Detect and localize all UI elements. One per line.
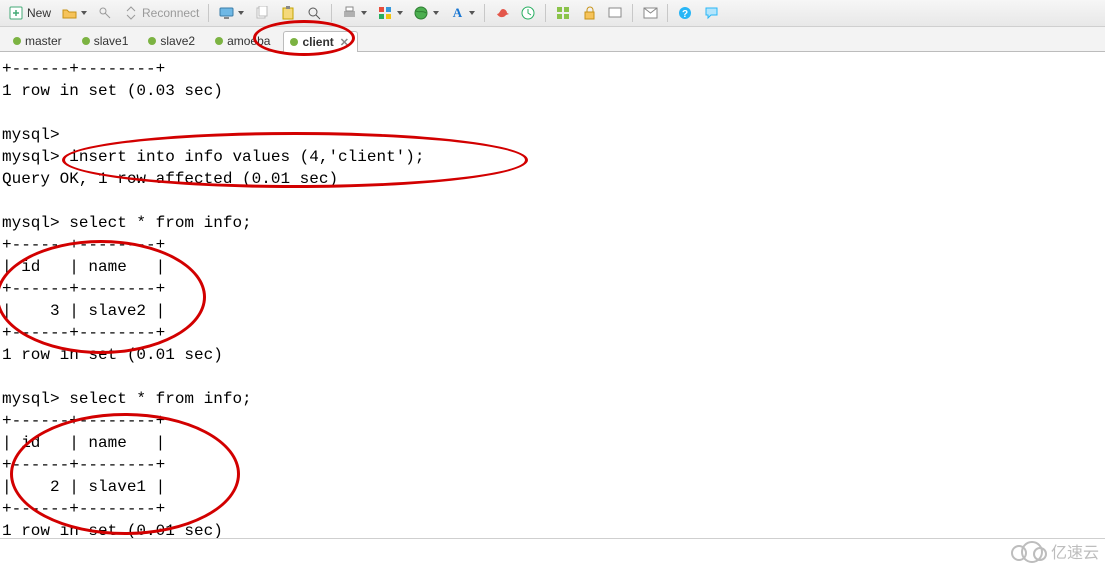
chevron-down-icon [361, 11, 367, 15]
status-dot-icon [148, 37, 156, 45]
tab-label: slave1 [94, 34, 129, 48]
paste-icon [280, 5, 296, 21]
chevron-down-icon [469, 11, 475, 15]
key-button[interactable] [93, 3, 117, 23]
separator [331, 4, 332, 22]
tab-amoeba[interactable]: amoeba [208, 30, 279, 51]
print-icon [341, 5, 357, 21]
grid-button[interactable] [551, 3, 575, 23]
lock-button[interactable] [577, 3, 601, 23]
chevron-down-icon [433, 11, 439, 15]
watermark-logo-icon [1011, 541, 1045, 561]
separator [632, 4, 633, 22]
toolbar: New Reconnect A ? [0, 0, 1105, 27]
help-button[interactable]: ? [673, 3, 697, 23]
tab-master[interactable]: master [6, 30, 71, 51]
screen-icon [607, 5, 623, 21]
tab-label: client [302, 35, 333, 49]
bottom-divider [0, 538, 1105, 539]
chevron-down-icon [397, 11, 403, 15]
separator [667, 4, 668, 22]
help-icon: ? [677, 5, 693, 21]
open-button[interactable] [57, 3, 91, 23]
new-doc-icon [8, 5, 24, 21]
separator [484, 4, 485, 22]
font-button[interactable]: A [445, 3, 479, 23]
watermark: 亿速云 [1011, 539, 1099, 563]
chat-icon [703, 5, 719, 21]
copy-icon [254, 5, 270, 21]
monitor-icon [218, 5, 234, 21]
status-dot-icon [82, 37, 90, 45]
grid-icon [555, 5, 571, 21]
globe-icon [413, 5, 429, 21]
search-icon [306, 5, 322, 21]
status-dot-icon [215, 37, 223, 45]
new-button[interactable]: New [4, 3, 55, 23]
reconnect-button[interactable]: Reconnect [119, 3, 203, 23]
tab-slave1[interactable]: slave1 [75, 30, 138, 51]
tab-label: master [25, 34, 62, 48]
tab-label: amoeba [227, 34, 270, 48]
mail-icon [642, 5, 658, 21]
bubble-button[interactable] [699, 3, 723, 23]
svg-text:?: ? [682, 9, 688, 20]
print-button[interactable] [337, 3, 371, 23]
bird-icon [494, 5, 510, 21]
chevron-down-icon [81, 11, 87, 15]
paste-button[interactable] [276, 3, 300, 23]
tab-label: slave2 [160, 34, 195, 48]
tab-client[interactable]: client ✕ [283, 31, 358, 52]
lock-icon [581, 5, 597, 21]
key-icon [97, 5, 113, 21]
separator [208, 4, 209, 22]
palette-button[interactable] [373, 3, 407, 23]
reconnect-icon [123, 5, 139, 21]
folder-open-icon [61, 5, 77, 21]
mail-button[interactable] [638, 3, 662, 23]
clock-icon [520, 5, 536, 21]
separator [545, 4, 546, 22]
close-icon[interactable]: ✕ [340, 36, 349, 49]
terminal-output[interactable]: +------+--------+ 1 row in set (0.03 sec… [0, 52, 1105, 548]
tab-bar: master slave1 slave2 amoeba client ✕ [0, 27, 1105, 52]
globe-button[interactable] [409, 3, 443, 23]
new-label: New [27, 6, 51, 20]
font-icon: A [449, 5, 465, 21]
copy-button[interactable] [250, 3, 274, 23]
clock-button[interactable] [516, 3, 540, 23]
status-dot-icon [13, 37, 21, 45]
reconnect-label: Reconnect [142, 6, 199, 20]
session-button[interactable] [214, 3, 248, 23]
palette-icon [377, 5, 393, 21]
watermark-text: 亿速云 [1051, 539, 1099, 563]
bird-button[interactable] [490, 3, 514, 23]
status-dot-icon [290, 38, 298, 46]
search-button[interactable] [302, 3, 326, 23]
chevron-down-icon [238, 11, 244, 15]
screen-button[interactable] [603, 3, 627, 23]
tab-slave2[interactable]: slave2 [141, 30, 204, 51]
